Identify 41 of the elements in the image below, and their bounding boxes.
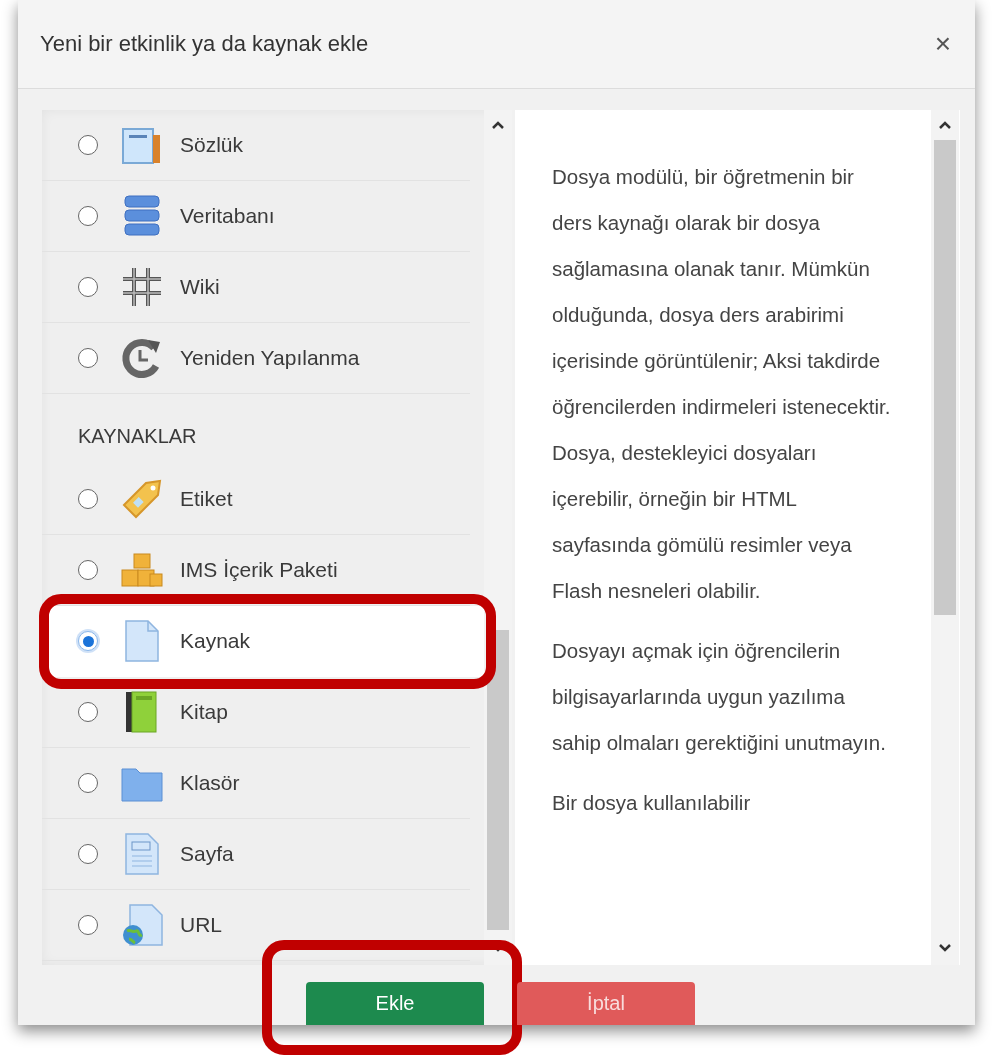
radio-button[interactable]: [78, 631, 98, 651]
close-button[interactable]: ×: [930, 28, 955, 60]
module-option[interactable]: Wiki: [42, 252, 470, 323]
radio-button[interactable]: [78, 489, 98, 509]
module-label: Sayfa: [180, 842, 234, 866]
module-option[interactable]: URL: [42, 890, 470, 961]
tag-icon: [120, 477, 164, 521]
radio-button[interactable]: [78, 135, 98, 155]
module-option[interactable]: Veritabanı: [42, 181, 470, 252]
module-label: Klasör: [180, 771, 240, 795]
module-option[interactable]: Klasör: [42, 748, 470, 819]
radio-button[interactable]: [78, 348, 98, 368]
description-text: Bir dosya kullanılabilir: [552, 790, 752, 816]
module-label: Etiket: [180, 487, 233, 511]
radio-button[interactable]: [78, 560, 98, 580]
module-label: Veritabanı: [180, 204, 275, 228]
module-option[interactable]: Sözlük: [42, 110, 470, 181]
module-label: Yeniden Yapılanma: [180, 346, 360, 370]
wiki-icon: [120, 265, 164, 309]
description-text: Dosyayı açmak için öğrencilerin bilgisayarlarında uygun yazılıma sahip olmaları gerektiğini unutmayın.: [552, 638, 887, 756]
module-label: URL: [180, 913, 222, 937]
radio-button[interactable]: [78, 206, 98, 226]
module-label: Sözlük: [180, 133, 244, 157]
module-label: Kaynak: [180, 629, 251, 653]
module-option[interactable]: Sayfa: [42, 819, 470, 890]
description-text: Dosya modülü, bir öğretmenin bir ders kaynağı olarak bir dosya sağlamasına olanak tanır. Mümkün olduğunda, dosya ders arabirimi içerisinde görüntülenir; Aksi takdirde öğrencilerden indirmeleri istenecektir. Dosya, destekleyici dosyaları içerebilir, örneğin bir HTML sayfasında gömülü resimler veya Flash nesneleri olabilir.: [552, 164, 892, 604]
add-button[interactable]: Ekle: [306, 982, 484, 1025]
radio-button[interactable]: [78, 915, 98, 935]
module-label: Wiki: [180, 275, 220, 299]
dialog-title: Yeni bir etkinlik ya da kaynak ekle: [40, 31, 369, 57]
module-label: IMS İçerik Paketi: [180, 558, 338, 582]
module-option[interactable]: Etiket: [42, 464, 470, 535]
globe-document-icon: [120, 903, 164, 947]
radio-button[interactable]: [78, 277, 98, 297]
radio-button[interactable]: [78, 844, 98, 864]
module-option[interactable]: Yeniden Yapılanma: [42, 323, 470, 394]
radio-button[interactable]: [78, 702, 98, 722]
module-option[interactable]: Kitap: [42, 677, 470, 748]
section-heading: KAYNAKLAR: [77, 423, 198, 449]
radio-button[interactable]: [78, 773, 98, 793]
module-label: Kitap: [180, 700, 228, 724]
